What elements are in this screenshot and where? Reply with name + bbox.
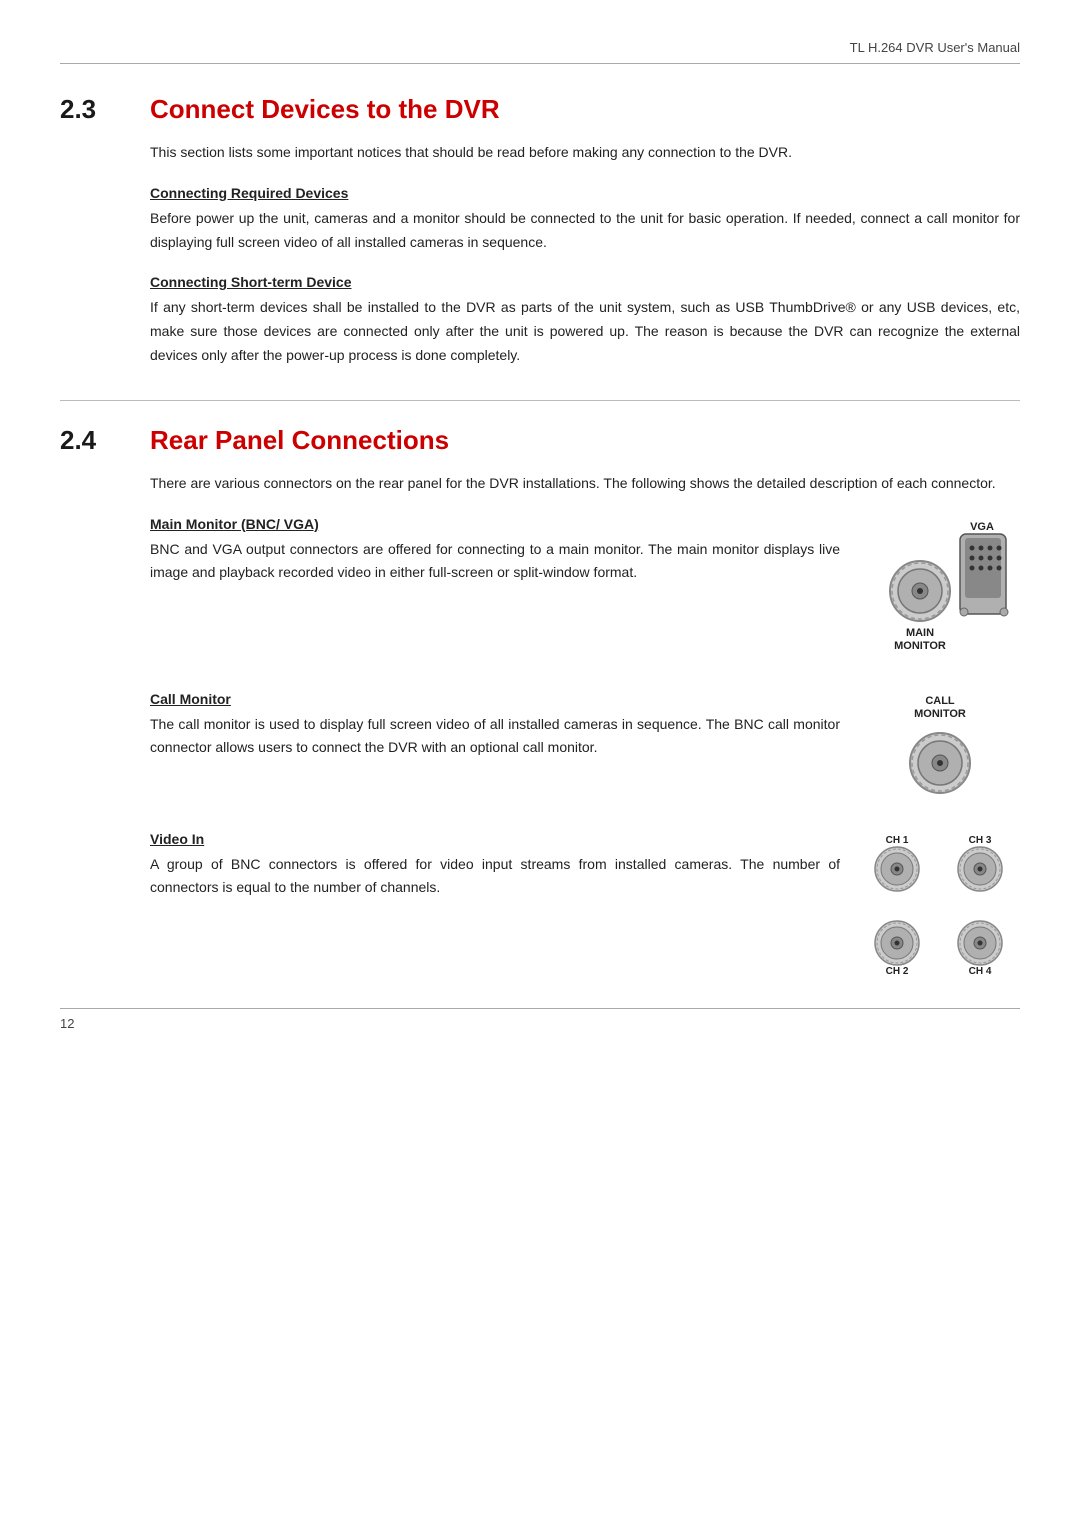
- page-header: TL H.264 DVR User's Manual: [60, 40, 1020, 64]
- section-24-body: There are various connectors on the rear…: [60, 472, 1020, 981]
- main-monitor-body: BNC and VGA output connectors are offere…: [150, 538, 840, 586]
- section-23: 2.3 Connect Devices to the DVR This sect…: [60, 94, 1020, 368]
- call-monitor-image: CALL MONITOR: [860, 691, 1020, 811]
- main-monitor-image: VGA: [860, 516, 1020, 671]
- page-number: 12: [60, 1016, 74, 1031]
- svg-text:CH 2: CH 2: [886, 966, 909, 977]
- subsection-main-monitor: Main Monitor (BNC/ VGA) BNC and VGA outp…: [150, 516, 1020, 671]
- svg-text:VGA: VGA: [970, 521, 994, 533]
- svg-text:CALL: CALL: [925, 695, 955, 707]
- video-in-title: Video In: [150, 831, 840, 847]
- subsection-call-monitor: Call Monitor The call monitor is used to…: [150, 691, 1020, 811]
- video-in-body: A group of BNC connectors is offered for…: [150, 853, 840, 901]
- section-23-number: 2.3: [60, 94, 150, 125]
- section-24-intro: There are various connectors on the rear…: [150, 472, 1020, 496]
- section-23-body: This section lists some important notice…: [60, 141, 1020, 368]
- call-monitor-svg: CALL MONITOR: [880, 691, 1000, 811]
- section-23-title: Connect Devices to the DVR: [150, 94, 500, 125]
- call-monitor-text: Call Monitor The call monitor is used to…: [150, 691, 840, 761]
- section-23-heading: 2.3 Connect Devices to the DVR: [60, 94, 1020, 125]
- section-24-title: Rear Panel Connections: [150, 425, 449, 456]
- svg-text:MONITOR: MONITOR: [914, 708, 966, 720]
- call-monitor-body: The call monitor is used to display full…: [150, 713, 840, 761]
- section-23-intro: This section lists some important notice…: [150, 141, 1020, 165]
- video-in-text: Video In A group of BNC connectors is of…: [150, 831, 840, 901]
- subsection-connecting-required-body: Before power up the unit, cameras and a …: [150, 207, 1020, 255]
- main-monitor-svg: VGA: [865, 516, 1015, 671]
- header-title: TL H.264 DVR User's Manual: [850, 40, 1020, 55]
- subsection-connecting-required-title: Connecting Required Devices: [150, 185, 1020, 201]
- main-monitor-text: Main Monitor (BNC/ VGA) BNC and VGA outp…: [150, 516, 840, 586]
- subsection-connecting-short-term: Connecting Short-term Device If any shor…: [150, 274, 1020, 367]
- section-divider: [60, 400, 1020, 401]
- svg-text:CH 1: CH 1: [886, 835, 909, 846]
- subsection-connecting-short-term-body: If any short-term devices shall be insta…: [150, 296, 1020, 367]
- page-footer: 12: [60, 1008, 1020, 1031]
- call-monitor-title: Call Monitor: [150, 691, 840, 707]
- page-container: TL H.264 DVR User's Manual 2.3 Connect D…: [0, 0, 1080, 1061]
- subsection-connecting-required: Connecting Required Devices Before power…: [150, 185, 1020, 255]
- section-24-heading: 2.4 Rear Panel Connections: [60, 425, 1020, 456]
- subsection-video-in: Video In A group of BNC connectors is of…: [150, 831, 1020, 981]
- subsection-connecting-short-term-title: Connecting Short-term Device: [150, 274, 1020, 290]
- main-monitor-title: Main Monitor (BNC/ VGA): [150, 516, 840, 532]
- video-in-image: CH 1 CH 3: [860, 831, 1020, 981]
- svg-text:CH 4: CH 4: [969, 966, 992, 977]
- svg-text:MONITOR: MONITOR: [894, 640, 946, 652]
- svg-text:MAIN: MAIN: [906, 627, 934, 639]
- section-24-number: 2.4: [60, 425, 150, 456]
- svg-text:CH 3: CH 3: [969, 835, 992, 846]
- video-in-svg: CH 1 CH 3: [865, 831, 1015, 981]
- section-24: 2.4 Rear Panel Connections There are var…: [60, 425, 1020, 981]
